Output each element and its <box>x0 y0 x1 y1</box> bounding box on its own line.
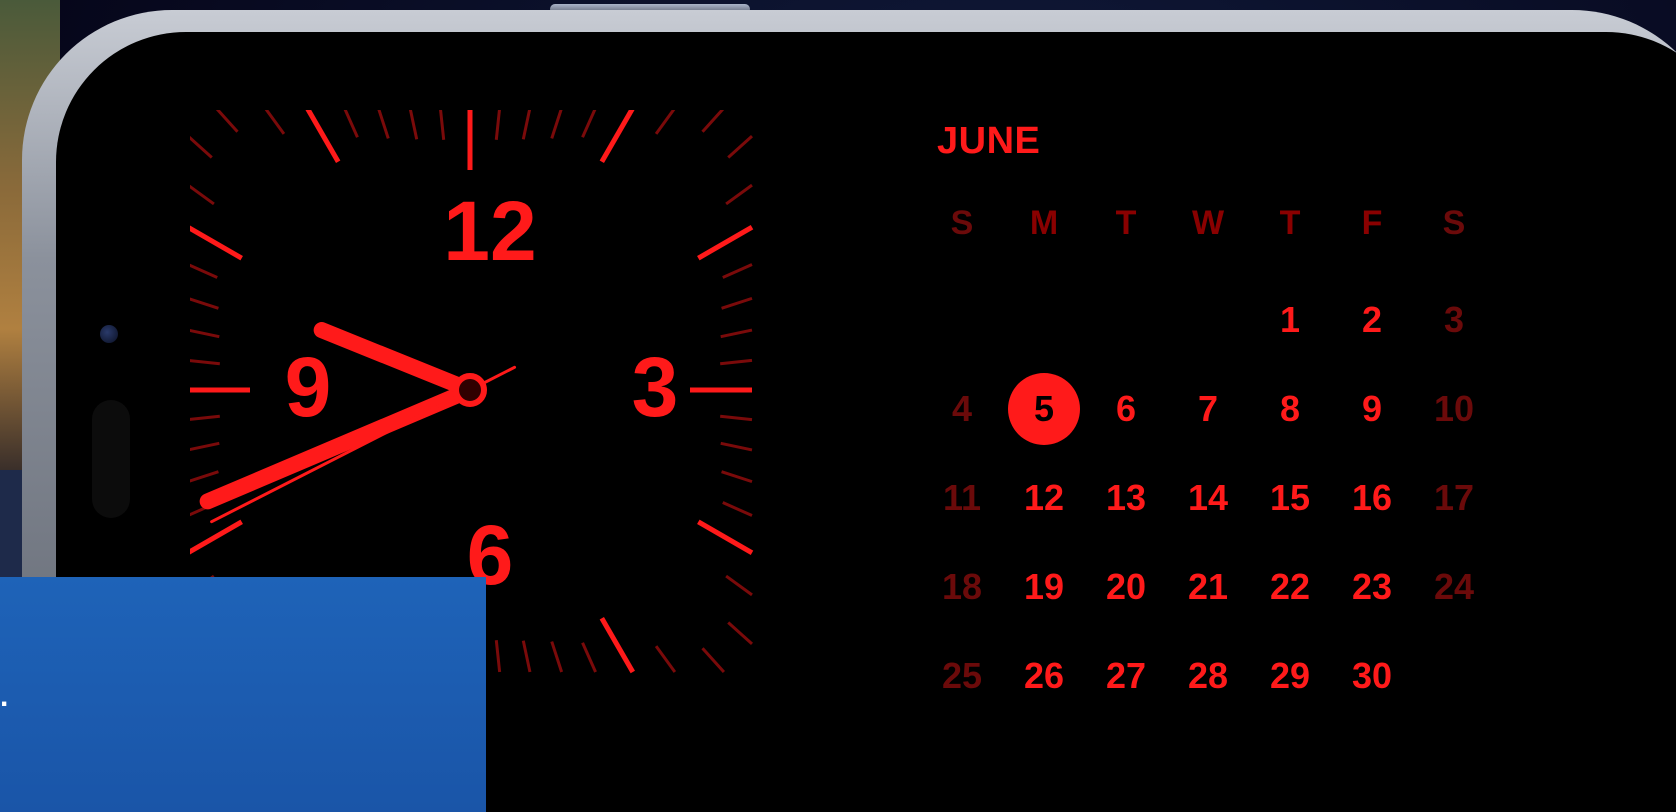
calendar-day[interactable]: 11 <box>922 463 1002 533</box>
clock-minute-hand <box>199 382 478 510</box>
clock-minute-tick <box>190 297 219 310</box>
calendar-day[interactable]: 5 <box>1004 373 1084 445</box>
calendar-day[interactable]: 14 <box>1168 463 1248 533</box>
calendar-day[interactable]: 13 <box>1086 463 1166 533</box>
clock-minute-tick <box>720 441 753 452</box>
clock-center-cap <box>453 373 487 407</box>
clock-minute-tick <box>190 328 220 339</box>
clock-minute-tick <box>550 641 564 673</box>
clock-minute-tick <box>494 640 502 673</box>
calendar-day[interactable]: 25 <box>922 641 1002 711</box>
calendar-day[interactable]: 16 <box>1332 463 1412 533</box>
blue-caption-overlay <box>0 577 486 812</box>
clock-minute-tick <box>654 110 676 135</box>
calendar-day[interactable]: 4 <box>922 374 1002 444</box>
calendar-day[interactable]: 10 <box>1414 374 1494 444</box>
clock-minute-tick <box>190 441 220 452</box>
clock-minute-tick <box>725 183 753 206</box>
clock-hour-tick <box>190 519 243 555</box>
clock-numeral-3: 3 <box>632 340 679 434</box>
calendar-month-title: JUNE <box>937 120 1041 162</box>
clock-hour-tick <box>697 519 754 555</box>
calendar-day[interactable]: 29 <box>1250 641 1330 711</box>
clock-minute-tick <box>727 621 754 646</box>
clock-minute-tick <box>654 645 677 673</box>
clock-numeral-12: 12 <box>443 184 536 278</box>
calendar-weekday-header: T <box>1279 203 1301 242</box>
calendar-day[interactable]: 12 <box>1004 463 1084 533</box>
clock-minute-tick <box>701 110 725 133</box>
clock-minute-tick <box>720 414 753 422</box>
clock-minute-tick <box>581 110 597 138</box>
calendar-weekday-header: S <box>950 203 974 242</box>
calendar-day[interactable]: 30 <box>1332 641 1412 711</box>
clock-minute-tick <box>439 110 446 140</box>
calendar-day[interactable]: 23 <box>1332 552 1412 622</box>
clock-hour-tick <box>599 617 635 674</box>
calendar-day[interactable]: 22 <box>1250 552 1330 622</box>
calendar-day[interactable]: 2 <box>1332 285 1412 355</box>
calendar-weekday-header: M <box>1029 203 1059 242</box>
clock-minute-tick <box>494 110 501 140</box>
calendar-day[interactable]: 6 <box>1086 374 1166 444</box>
calendar-day[interactable]: 9 <box>1332 374 1412 444</box>
calendar-day[interactable]: 24 <box>1414 552 1494 622</box>
calendar-day[interactable]: 1 <box>1250 285 1330 355</box>
clock-minute-tick <box>377 110 390 139</box>
clock-minute-tick <box>720 328 753 339</box>
clock-hour-hand <box>313 322 478 398</box>
calendar-day[interactable]: 20 <box>1086 552 1166 622</box>
calendar-weekday-header: F <box>1361 203 1383 242</box>
screenshot-stage: 12 3 6 9 JUNE S M T W T F S 1 2 3 4 5 6 7 8 9 10 11 12 13 14… <box>0 0 1676 812</box>
clock-minute-tick <box>725 574 753 597</box>
calendar-day[interactable]: 21 <box>1168 552 1248 622</box>
clock-minute-tick <box>190 263 218 279</box>
clock-minute-tick <box>722 501 753 517</box>
clock-minute-tick <box>190 135 213 159</box>
calendar-day[interactable]: 7 <box>1168 374 1248 444</box>
clock-hour-tick <box>697 225 754 261</box>
clock-hour-tick <box>190 225 243 261</box>
calendar-day[interactable]: 27 <box>1086 641 1166 711</box>
calendar-weekday-header: S <box>1442 203 1466 242</box>
clock-minute-tick <box>190 359 220 366</box>
calendar-day[interactable]: 28 <box>1168 641 1248 711</box>
clock-minute-tick <box>550 110 563 139</box>
calendar-day[interactable]: 3 <box>1414 285 1494 355</box>
clock-minute-tick <box>343 110 359 138</box>
clock-hour-tick <box>305 110 341 163</box>
calendar-weekday-header: T <box>1115 203 1137 242</box>
clock-minute-tick <box>721 296 753 310</box>
clock-minute-tick <box>727 134 754 159</box>
clock-minute-tick <box>264 110 286 135</box>
clock-minute-tick <box>581 642 597 673</box>
clock-minute-tick <box>722 263 753 279</box>
clock-minute-tick <box>521 110 532 140</box>
clock-minute-tick <box>701 647 726 674</box>
clock-hands <box>199 322 517 524</box>
calendar-today-highlight: 5 <box>1008 373 1080 445</box>
calendar-day[interactable]: 18 <box>922 552 1002 622</box>
clock-numeral-9: 9 <box>285 340 332 434</box>
clock-minute-tick <box>521 640 532 673</box>
calendar-day[interactable]: 26 <box>1004 641 1084 711</box>
calendar-day[interactable]: 15 <box>1250 463 1330 533</box>
front-camera-icon <box>100 325 118 343</box>
clock-hour-tick <box>599 110 635 163</box>
clock-minute-tick <box>190 184 215 206</box>
clock-minute-tick <box>190 414 220 421</box>
dynamic-island <box>92 400 130 518</box>
overlay-caption-text: . <box>0 680 9 713</box>
clock-minute-tick <box>721 470 753 484</box>
clock-minute-tick <box>215 110 239 133</box>
calendar-weekday-header: W <box>1191 203 1225 242</box>
clock-minute-tick <box>720 358 753 366</box>
calendar-day[interactable]: 8 <box>1250 374 1330 444</box>
clock-minute-tick <box>408 110 419 140</box>
clock-minute-tick <box>190 470 219 483</box>
calendar-day[interactable]: 17 <box>1414 463 1494 533</box>
calendar-day[interactable]: 19 <box>1004 552 1084 622</box>
